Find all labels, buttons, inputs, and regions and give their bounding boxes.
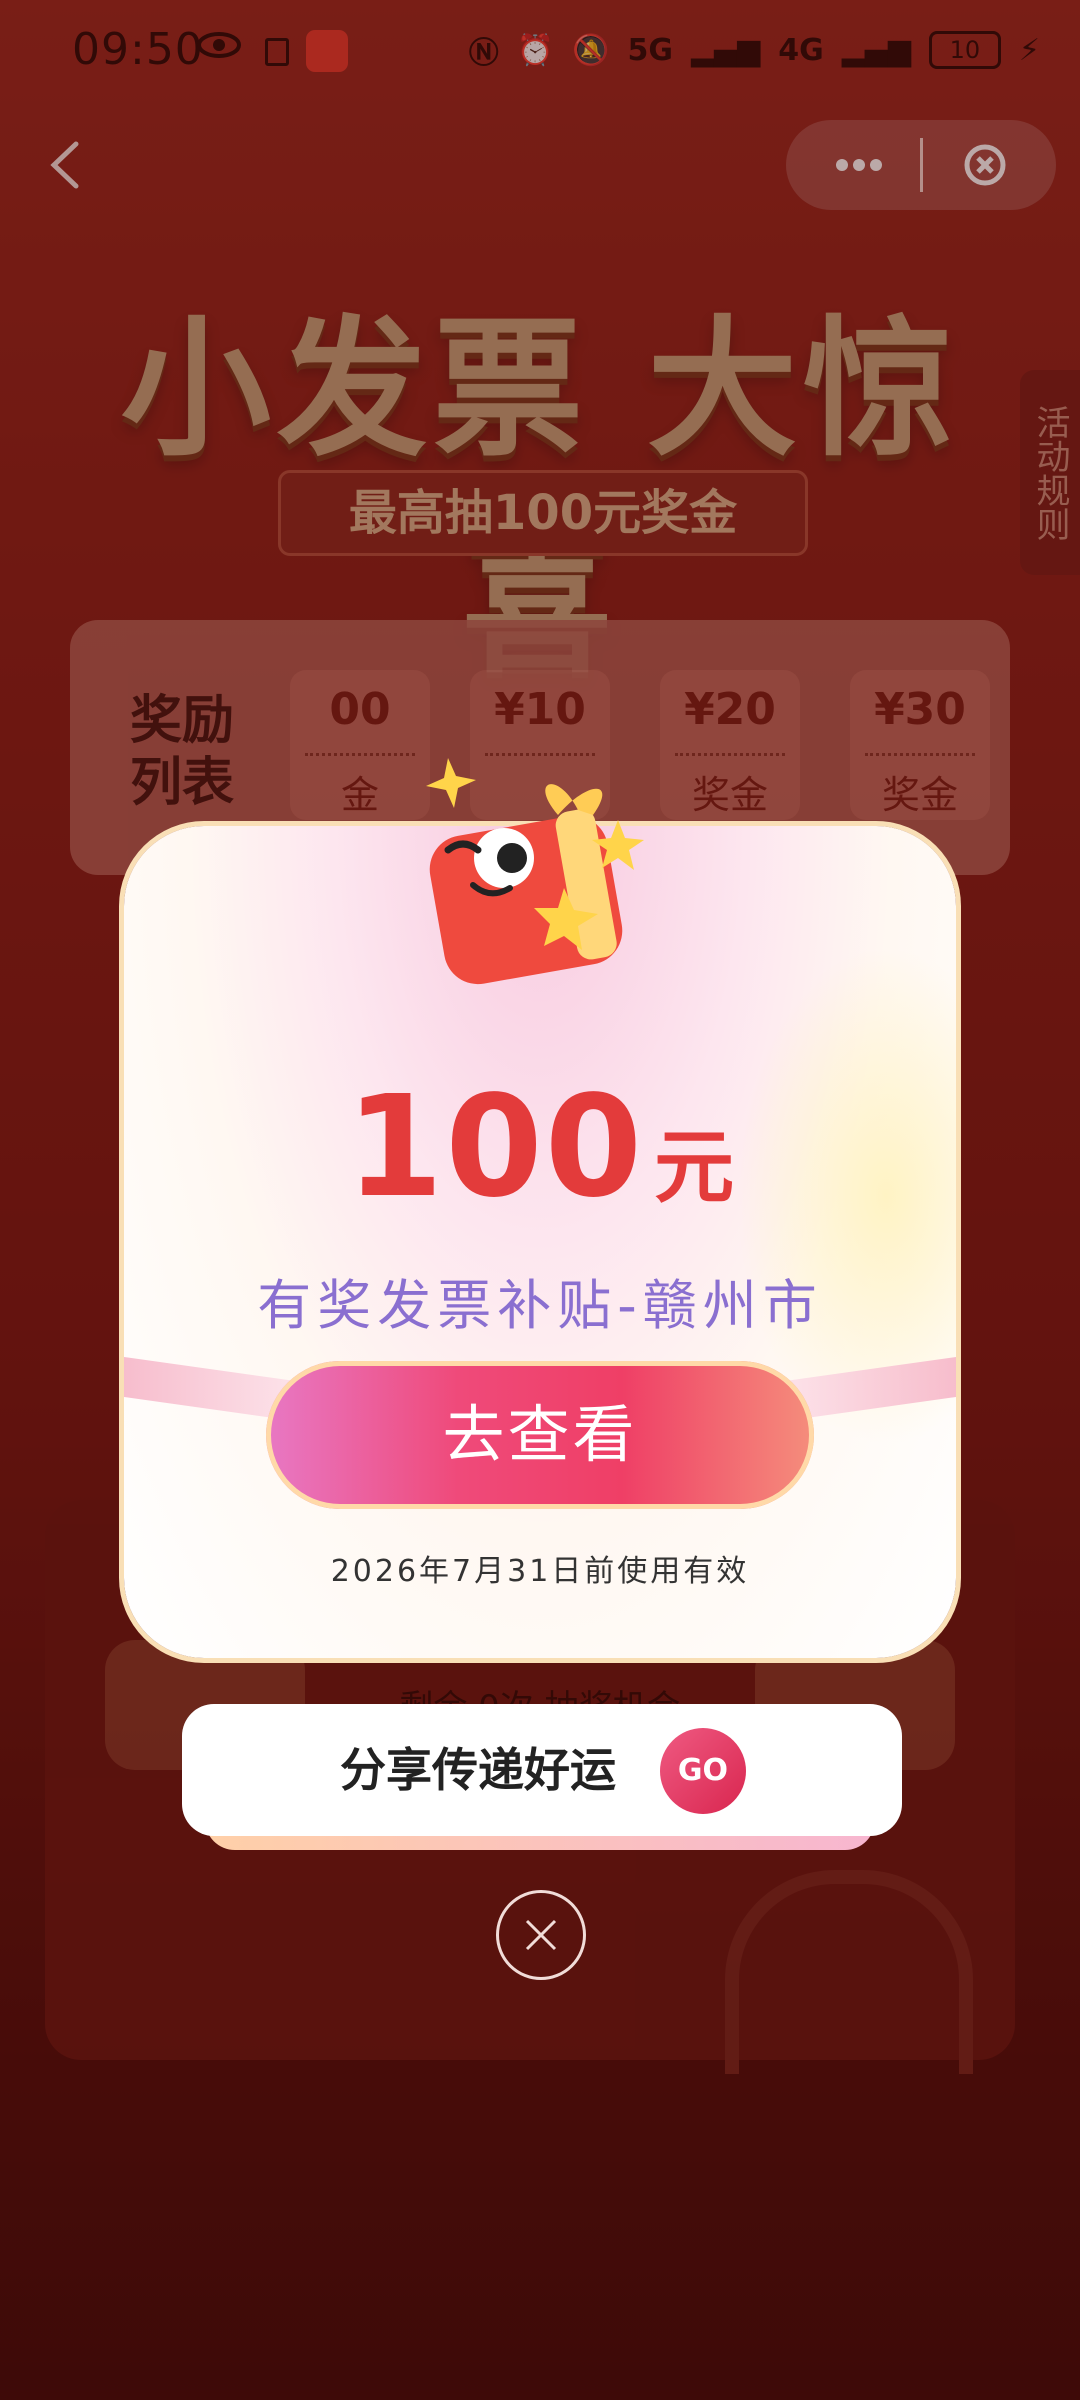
prize-amount-number: 100 <box>345 1066 645 1229</box>
view-prize-button[interactable]: 去查看 <box>266 1361 814 1509</box>
gift-box-mascot-icon <box>426 758 644 985</box>
go-button[interactable]: GO <box>660 1728 746 1814</box>
close-icon[interactable] <box>496 1890 586 1980</box>
prize-amount: 100 元 <box>124 1066 956 1229</box>
share-label: 分享传递好运 <box>340 1743 616 1797</box>
share-bar[interactable]: 分享传递好运 GO <box>182 1704 902 1836</box>
prize-currency: 元 <box>654 1121 735 1214</box>
prize-name: 有奖发票补贴-赣州市 <box>257 1274 823 1337</box>
validity-text: 2026年7月31日前使用有效 <box>330 1554 750 1589</box>
